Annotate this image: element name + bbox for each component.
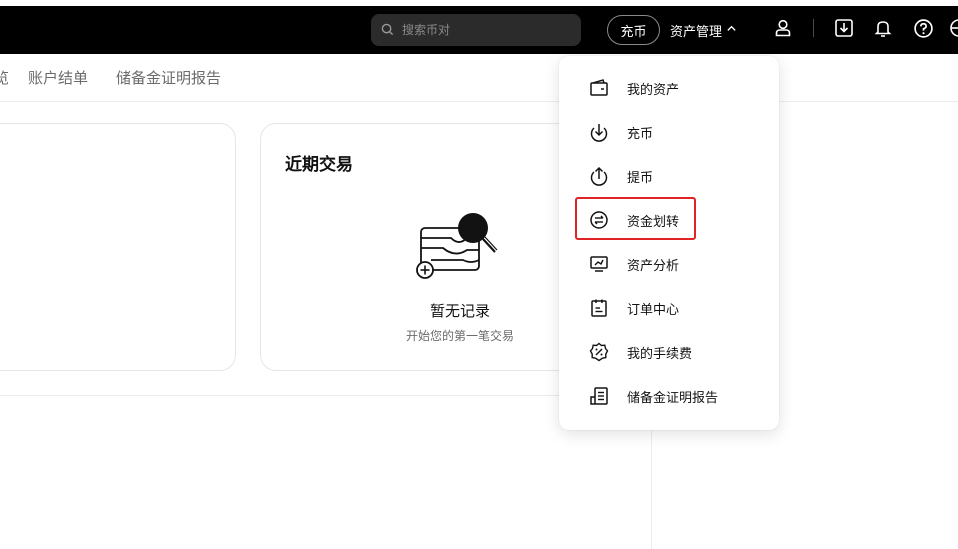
dropdown-item-label: 提币 xyxy=(627,170,654,186)
recent-trades-title: 近期交易 xyxy=(285,155,353,175)
subnav-item-reserve-report[interactable]: 储备金证明报告 xyxy=(116,67,221,88)
subnav-item-overview[interactable]: 览 xyxy=(0,67,9,88)
dropdown-item-label: 订单中心 xyxy=(627,302,680,318)
help-icon[interactable] xyxy=(912,17,934,39)
dropdown-item-my-fees[interactable]: 我的手续费 xyxy=(559,332,779,372)
deposit-icon xyxy=(588,121,610,143)
dropdown-item-reserve-report[interactable]: 储备金证明报告 xyxy=(559,376,779,416)
dropdown-item-deposit[interactable]: 充币 xyxy=(559,112,779,152)
chevron-up-icon xyxy=(726,23,737,38)
order-icon xyxy=(588,297,610,319)
withdraw-icon xyxy=(588,165,610,187)
asset-management-menu[interactable]: 资产管理 xyxy=(670,15,737,45)
asset-management-label: 资产管理 xyxy=(670,24,723,40)
subnav-item-statements[interactable]: 账户结单 xyxy=(28,67,88,88)
dropdown-item-my-assets[interactable]: 我的资产 xyxy=(559,68,779,108)
overview-card xyxy=(0,123,236,371)
highlight-annotation-box xyxy=(575,197,696,240)
fee-icon xyxy=(588,341,610,363)
user-icon[interactable] xyxy=(772,17,794,39)
dropdown-item-withdraw[interactable]: 提币 xyxy=(559,156,779,196)
dropdown-item-label: 资产分析 xyxy=(627,258,680,274)
column-divider xyxy=(651,430,652,549)
report-icon xyxy=(588,385,610,407)
globe-icon[interactable] xyxy=(948,17,958,39)
empty-state-illustration xyxy=(411,208,501,280)
dropdown-item-asset-analysis[interactable]: 资产分析 xyxy=(559,244,779,284)
account-subnav: 览 账户结单 储备金证明报告 xyxy=(0,54,958,102)
dropdown-item-label: 储备金证明报告 xyxy=(627,390,719,406)
dropdown-item-order-center[interactable]: 订单中心 xyxy=(559,288,779,328)
section-divider xyxy=(0,395,652,396)
download-icon[interactable] xyxy=(833,17,855,39)
dropdown-item-label: 我的手续费 xyxy=(627,346,693,362)
search-box[interactable] xyxy=(371,14,581,46)
bell-icon[interactable] xyxy=(872,17,894,39)
wallet-icon xyxy=(588,77,610,99)
dropdown-item-label: 充币 xyxy=(627,126,654,142)
analysis-icon xyxy=(588,253,610,275)
deposit-button[interactable]: 充币 xyxy=(607,15,660,45)
window-top-strip xyxy=(0,0,958,6)
asset-management-dropdown: 我的资产 充币 提币 资金划转 资产分析 订单中心 我的手续费 储备金证明报告 xyxy=(559,56,779,430)
dropdown-item-label: 我的资产 xyxy=(627,82,680,98)
topbar-divider xyxy=(813,19,814,37)
search-input[interactable] xyxy=(400,22,574,38)
search-icon xyxy=(381,21,394,40)
